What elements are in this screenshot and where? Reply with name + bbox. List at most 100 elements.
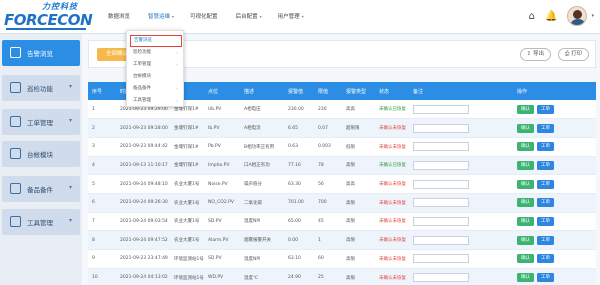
confirm-button[interactable]: 确认 — [517, 273, 534, 283]
work-order-button[interactable]: 工单 — [537, 198, 554, 208]
sidebar-item-1[interactable]: 巡检功能 ▾ — [2, 75, 80, 101]
work-order-button[interactable]: 工单 — [537, 104, 554, 114]
export-label: 导出 — [532, 51, 544, 57]
nav-item-1[interactable]: 智慧运维 ▾ — [140, 0, 182, 34]
nav-label: 后台配置 — [235, 14, 258, 20]
table-cell: 77.16 — [284, 156, 314, 176]
confirm-button[interactable]: 确认 — [517, 235, 534, 245]
note-input[interactable] — [413, 216, 469, 226]
note-input[interactable] — [413, 198, 469, 208]
table-row: 5 2021-09-24 09:48:10 农业大厦1号 Noise.PV 噪声值分 63… — [88, 174, 596, 194]
table-cell: 高限 — [342, 230, 375, 250]
print-button[interactable]: ⎙ 打印 — [557, 48, 589, 61]
avatar[interactable] — [567, 6, 588, 26]
work-order-button[interactable]: 工单 — [537, 142, 554, 152]
table-cell: 0.00 — [284, 230, 314, 250]
nav-label: 用户管理 — [277, 14, 300, 20]
confirm-button[interactable]: 确认 — [517, 123, 534, 133]
sidebar-item-label: 告警浏览 — [27, 50, 53, 58]
dropdown-item-1[interactable]: 巡检功能 › — [130, 47, 182, 59]
work-order-button[interactable]: 工单 — [537, 254, 554, 264]
brand-logo[interactable]: 力控科技 FORCECON — [4, 1, 93, 32]
table-cell: 25 — [314, 268, 342, 285]
table-cell: 未确认未恢复 — [375, 193, 409, 213]
note-input[interactable] — [413, 254, 469, 264]
note-input[interactable] — [413, 235, 469, 245]
note-input[interactable] — [413, 160, 469, 170]
dropdown-item-label: 工单管理 — [133, 62, 151, 67]
export-button[interactable]: ⇪ 导出 — [519, 48, 551, 61]
nav-item-3[interactable]: 后台配置 ▾ — [228, 0, 270, 34]
table-cell: Ib.PV — [204, 118, 240, 138]
work-order-button[interactable]: 工单 — [537, 235, 554, 245]
table-cell: 未确认未恢复 — [375, 249, 409, 269]
dropdown-item-4[interactable]: 备品备件 › — [130, 83, 182, 95]
table-cell: Noise.PV — [204, 174, 240, 194]
note-input[interactable] — [413, 273, 469, 283]
sidebar-item-5[interactable]: 工具管理 ▾ — [2, 209, 80, 235]
sidebar: 告警浏览巡检功能 ▾ 工单管理 ▾ 台帐模块备品备件 ▾ 工具管理 ▾ — [0, 34, 82, 285]
table-cell: 4 — [88, 156, 116, 176]
table-cell: 低限 — [342, 137, 375, 157]
dropdown-item-5[interactable]: 工具管理 › — [130, 95, 182, 107]
dropdown-item-label: 告警浏览 — [134, 38, 152, 43]
table-row: 4 2021-09-13 11:10:17 金堰钉煤1# Impha.PV 口A相正有功… — [88, 156, 596, 176]
work-order-button[interactable]: 工单 — [537, 273, 554, 283]
home-icon[interactable]: ⌂ — [529, 11, 535, 22]
note-cell — [409, 268, 513, 285]
table-row: 6 2021-09-24 09:26:30 农业大厦1号 NO_CO2.PV 二氧化碳 7… — [88, 193, 596, 213]
confirm-button[interactable]: 确认 — [517, 104, 534, 114]
bell-icon[interactable]: 🔔 — [545, 11, 557, 22]
table-cell: 高限 — [342, 268, 375, 285]
confirm-button[interactable]: 确认 — [517, 216, 534, 226]
column-header: 报警类型 — [342, 82, 375, 100]
dropdown-item-0[interactable]: 告警浏览 — [130, 35, 182, 47]
dropdown-item-2[interactable]: 工单管理 › — [130, 59, 182, 71]
confirm-button[interactable]: 确认 — [517, 198, 534, 208]
action-cell: 确认 工单 — [513, 268, 596, 285]
dropdown-item-3[interactable]: 台帐模块 — [130, 71, 182, 83]
action-cell: 确认 工单 — [513, 249, 596, 269]
work-order-button[interactable]: 工单 — [537, 160, 554, 170]
table-cell: 高限 — [342, 193, 375, 213]
main-nav: 数据浏览 智慧运维 ▾ 可视化配置 后台配置 ▾ 用户管理 ▾ — [100, 0, 312, 34]
nav-item-2[interactable]: 可视化配置 — [182, 0, 228, 34]
sidebar-item-0[interactable]: 告警浏览 — [2, 40, 80, 66]
table-cell: 温度NPI — [240, 212, 284, 232]
table-cell: B相功率正有用 — [240, 137, 284, 157]
confirm-button[interactable]: 确认 — [517, 179, 534, 189]
chevron-down-icon: ▾ — [259, 14, 262, 19]
confirm-button[interactable]: 确认 — [517, 254, 534, 264]
sidebar-item-4[interactable]: 备品备件 ▾ — [2, 176, 80, 202]
sidebar-item-2[interactable]: 工单管理 ▾ — [2, 109, 80, 135]
note-input[interactable] — [413, 179, 469, 189]
menu-icon — [10, 148, 21, 159]
table-cell: 噪声值分 — [240, 174, 284, 194]
action-cell: 确认 工单 — [513, 212, 596, 232]
work-order-button[interactable]: 工单 — [537, 216, 554, 226]
note-input[interactable] — [413, 123, 469, 133]
note-input[interactable] — [413, 142, 469, 152]
work-order-button[interactable]: 工单 — [537, 179, 554, 189]
table-cell: 60 — [314, 249, 342, 269]
nav-item-4[interactable]: 用户管理 ▾ — [270, 0, 312, 34]
table-cell: 7 — [88, 212, 116, 232]
work-order-button[interactable]: 工单 — [537, 123, 554, 133]
note-input[interactable] — [413, 104, 469, 114]
table-cell: 金堰钉煤1# — [170, 118, 204, 138]
action-cell: 确认 工单 — [513, 118, 596, 138]
table-cell: 环境监测站1号 — [170, 249, 204, 269]
table-cell: 6 — [88, 193, 116, 213]
column-header: 状态 — [375, 82, 409, 100]
confirm-button[interactable]: 确认 — [517, 160, 534, 170]
chevron-down-icon[interactable]: ▾ — [591, 13, 594, 19]
action-cell: 确认 工单 — [513, 156, 596, 176]
nav-label: 数据浏览 — [108, 14, 131, 20]
table-cell: SD.PV — [204, 249, 240, 269]
table-cell: 701.00 — [284, 193, 314, 213]
sidebar-item-3[interactable]: 台帐模块 — [2, 141, 80, 167]
chevron-down-icon: ▾ — [68, 184, 72, 191]
confirm-button[interactable]: 确认 — [517, 142, 534, 152]
nav-item-0[interactable]: 数据浏览 — [100, 0, 140, 34]
table-cell: 0.07 — [314, 118, 342, 138]
